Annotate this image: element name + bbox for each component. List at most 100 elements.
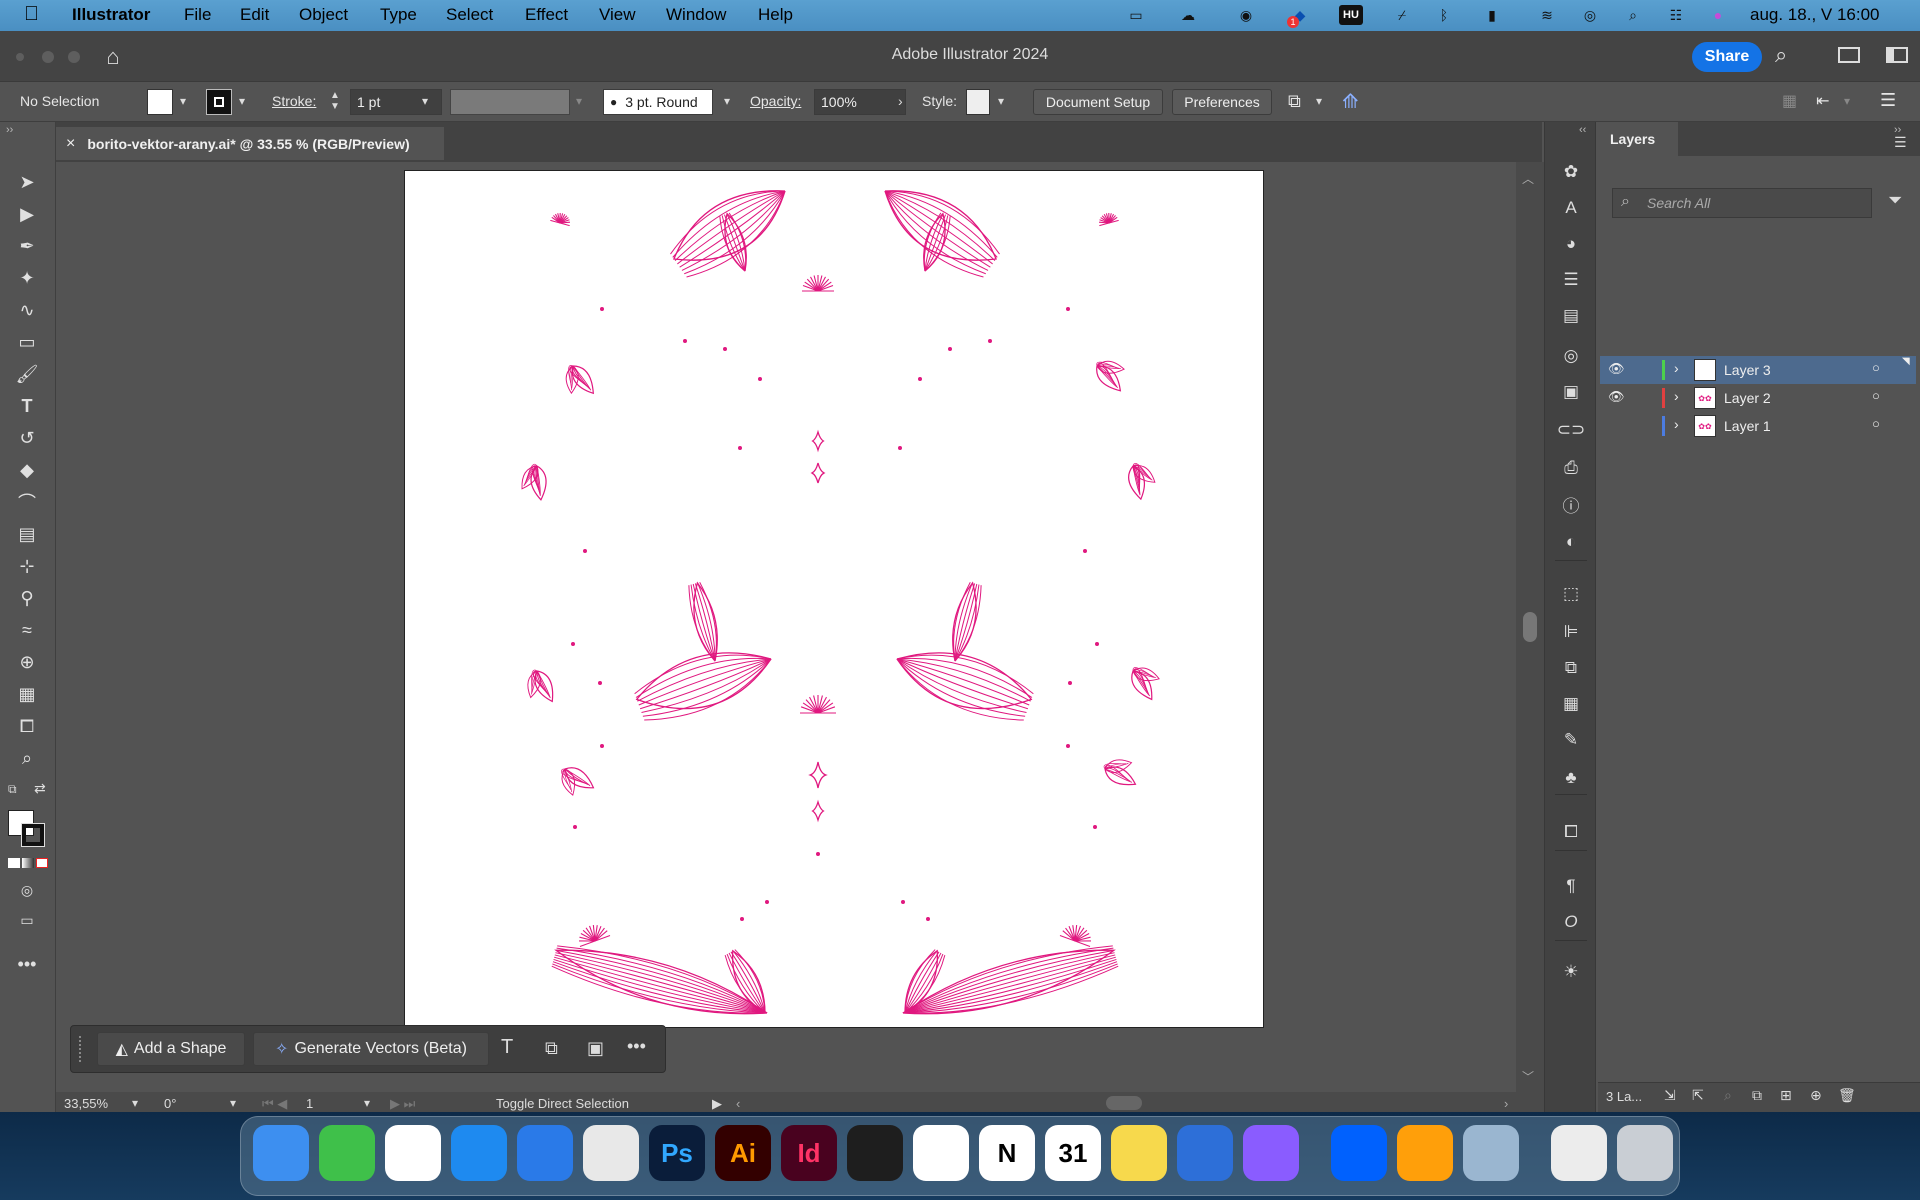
rotate-tool-icon[interactable]: ↺ — [14, 426, 40, 450]
drawing-modes-icon[interactable]: ◎ — [14, 878, 40, 902]
layer-name[interactable]: Layer 1 — [1724, 418, 1771, 434]
status-menu-arrow-icon[interactable]: ▶ — [712, 1096, 722, 1112]
artboards-panel-icon[interactable]: ⧠ — [1557, 820, 1585, 844]
control-bar-menu-icon[interactable]: ☰ — [1880, 90, 1896, 111]
opentype-panel-icon[interactable]: O — [1557, 910, 1585, 934]
none-mode-icon[interactable] — [36, 858, 48, 868]
scroll-down-arrow-icon[interactable]: ﹀ — [1522, 1068, 1534, 1085]
dock-chrome-icon[interactable] — [385, 1125, 441, 1181]
layers-search-box[interactable]: ⌕ Search All — [1612, 188, 1872, 218]
window-zoom-dot[interactable] — [68, 51, 80, 63]
search-icon[interactable]: ⌕ — [1775, 42, 1803, 70]
battery-icon[interactable]: ▮ — [1480, 4, 1504, 26]
window-close-dot[interactable] — [16, 53, 24, 61]
document-setup-button[interactable]: Document Setup — [1033, 89, 1163, 115]
paragraph-panel-icon[interactable]: ¶ — [1557, 874, 1585, 898]
user-icon[interactable]: ◎ — [1578, 4, 1602, 26]
dock-notes-icon[interactable] — [1111, 1125, 1167, 1181]
dock-messages-icon[interactable] — [319, 1125, 375, 1181]
spotlight-search-icon[interactable]: ⌕ — [1621, 4, 1645, 26]
document-info-icon[interactable]: ⓘ — [1557, 492, 1585, 516]
character-icon[interactable]: A — [1557, 196, 1585, 220]
visibility-eye-icon[interactable]: 👁 — [1608, 389, 1625, 405]
dock-preview-app-icon[interactable] — [1177, 1125, 1233, 1181]
edit-toolbar-icon[interactable]: ••• — [14, 952, 40, 976]
layer-row[interactable]: 👁 › ✿✿ Layer 2 ○ — [1600, 384, 1916, 412]
menu-window[interactable]: Window — [666, 5, 726, 25]
siri-icon[interactable]: ● — [1706, 4, 1730, 26]
dock-mail-client-icon[interactable] — [517, 1125, 573, 1181]
more-options-icon[interactable]: ••• — [627, 1036, 646, 1057]
artboard-chevron-icon[interactable]: ▾ — [364, 1096, 370, 1110]
arrange-chevron-icon[interactable]: ▾ — [1316, 94, 1322, 108]
apple-icon[interactable]:  — [24, 3, 39, 26]
expand-chevron-icon[interactable]: › — [1674, 388, 1679, 404]
dock-recent-file-icon[interactable] — [1551, 1125, 1607, 1181]
stroke-dropdown-chevron-icon[interactable]: ▾ — [239, 94, 245, 108]
dock-messenger-icon[interactable] — [1243, 1125, 1299, 1181]
home-icon[interactable]: ⌂ — [100, 44, 126, 69]
selection-tool-icon[interactable]: ➤ — [14, 170, 40, 194]
transparency-panel-icon[interactable]: ◐ — [1557, 530, 1585, 554]
layers-tab[interactable]: Layers — [1598, 122, 1678, 156]
recolor-artwork-icon[interactable]: ⟰ — [1342, 89, 1359, 114]
filter-icon[interactable]: ⏷ — [1888, 190, 1902, 211]
brushes-panel-icon[interactable]: ✎ — [1557, 728, 1585, 752]
place-image-icon[interactable]: ▣ — [587, 1038, 604, 1059]
opacity-label[interactable]: Opacity: — [750, 93, 801, 109]
menubar-clock[interactable]: aug. 18., V 16:00 — [1750, 5, 1880, 25]
gradient-mode-icon[interactable] — [22, 858, 34, 868]
wifi-icon[interactable]: ≋ — [1535, 4, 1559, 26]
stroke-swatch[interactable] — [206, 89, 232, 115]
target-circle-icon[interactable]: ○ — [1872, 388, 1880, 403]
arrange-documents-icon[interactable] — [1838, 47, 1860, 63]
opacity-arrow-icon[interactable]: › — [898, 93, 903, 109]
menu-help[interactable]: Help — [758, 5, 793, 25]
lasso-tool-icon[interactable]: ⌒ — [14, 490, 40, 514]
default-colors-icon[interactable]: ⧉ — [8, 782, 17, 797]
eye-status-icon[interactable]: ◉ — [1234, 4, 1258, 26]
crop-artboard-icon[interactable]: ⧉ — [545, 1038, 558, 1059]
collapse-tools-icon[interactable]: ›› — [6, 124, 13, 136]
transform-chevron-icon[interactable]: ▾ — [1844, 94, 1850, 108]
rotation-chevron-icon[interactable]: ▾ — [230, 1096, 236, 1110]
scroll-right-arrow-icon[interactable]: › — [1504, 1096, 1508, 1111]
collect-export-icon[interactable]: ⇲ — [1664, 1087, 1676, 1104]
transform-icon[interactable]: ⇤ — [1816, 91, 1829, 111]
preferences-button[interactable]: Preferences — [1172, 89, 1272, 115]
dock-notion-icon[interactable]: N — [979, 1125, 1035, 1181]
screen-mode-icon[interactable]: ▭ — [14, 908, 40, 932]
profile-chevron-icon[interactable]: ▾ — [576, 94, 582, 108]
scroll-up-arrow-icon[interactable]: ︿ — [1522, 170, 1534, 187]
paintbrush-tool-icon[interactable]: 🖌 — [14, 362, 40, 386]
dock-pages-icon[interactable] — [1397, 1125, 1453, 1181]
mute-icon[interactable]: ⌿ — [1390, 4, 1414, 26]
layer-name[interactable]: Layer 2 — [1724, 390, 1771, 406]
input-source-indicator[interactable]: HU — [1339, 5, 1363, 25]
rotation-value[interactable]: 0° — [164, 1096, 176, 1111]
color-panel-icon[interactable]: ◕ — [1557, 232, 1585, 256]
bluetooth-icon[interactable]: ᛒ — [1432, 4, 1456, 26]
dock-indesign-icon[interactable]: Id — [781, 1125, 837, 1181]
dock-image-app-icon[interactable] — [1463, 1125, 1519, 1181]
zoom-level[interactable]: 33,55% — [64, 1096, 108, 1111]
menu-file[interactable]: File — [184, 5, 211, 25]
expand-chevron-icon[interactable]: › — [1674, 360, 1679, 376]
swap-colors-icon[interactable]: ⇄ — [34, 780, 46, 797]
export-icon[interactable]: ⇱ — [1692, 1087, 1704, 1104]
layers-panel-menu-icon[interactable]: ☰ — [1894, 134, 1907, 151]
fill-dropdown-chevron-icon[interactable]: ▾ — [180, 94, 186, 108]
generate-vectors-button[interactable]: ✧ Generate Vectors (Beta) — [253, 1032, 489, 1066]
gradient-panel-icon[interactable]: ▤ — [1557, 304, 1585, 328]
align-panel-icon[interactable]: ⊫ — [1557, 620, 1585, 644]
shape-builder-tool-icon[interactable]: ⊕ — [14, 650, 40, 674]
share-button[interactable]: Share — [1692, 42, 1762, 72]
layer-row[interactable]: › ✿✿ Layer 1 ○ — [1600, 412, 1916, 440]
swatches-panel-icon[interactable]: ▦ — [1557, 692, 1585, 716]
arrange-icon[interactable]: ⧉ — [1288, 91, 1301, 112]
artboard-number[interactable]: 1 — [306, 1096, 313, 1111]
graphic-style-swatch[interactable] — [966, 89, 990, 115]
fill-swatch[interactable] — [147, 89, 173, 115]
visibility-eye-icon[interactable]: 👁 — [1608, 361, 1625, 377]
dock-safari-icon[interactable] — [451, 1125, 507, 1181]
